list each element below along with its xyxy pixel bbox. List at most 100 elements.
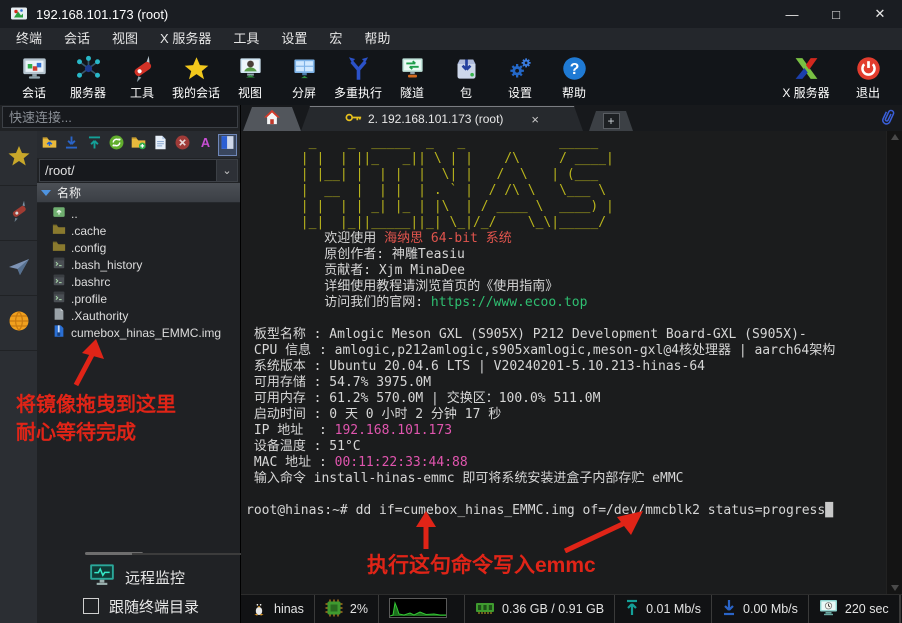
file-row-parent[interactable]: .. — [37, 205, 240, 222]
menu-item-settings[interactable]: 设置 — [271, 28, 317, 50]
download-speed-icon — [722, 599, 736, 619]
macros-icon — [7, 254, 31, 283]
file-row-xauthority[interactable]: .Xauthority — [37, 307, 240, 324]
panel-toggle-icon — [219, 134, 236, 156]
file-row-profile[interactable]: .profile — [37, 290, 240, 307]
session-tab[interactable]: 2. 192.168.101.173 (root) × — [301, 106, 583, 131]
status-cell-cpu[interactable]: 2% — [315, 595, 379, 623]
menu-item-tools[interactable]: 工具 — [223, 28, 269, 50]
sidebar: A /root/ ⌄ 名称 — [0, 105, 241, 623]
scroll-up-icon[interactable] — [891, 134, 899, 140]
toolbar-button-help[interactable]: ? 帮助 — [550, 54, 598, 101]
menu-item-x-server[interactable]: X 服务器 — [150, 28, 221, 50]
toolbar-button-split[interactable]: 分屏 — [280, 54, 328, 101]
toolbar-button-servers[interactable]: 服务器 — [64, 54, 112, 101]
terminal-tab-bar: 2. 192.168.101.173 (root) × + — [241, 105, 902, 131]
menu-item-terminal[interactable]: 终端 — [6, 28, 52, 50]
status-cell-uptime[interactable]: 220 sec — [809, 595, 900, 623]
toolbar-button-packages[interactable]: 包 — [442, 54, 490, 101]
file-toolbar-new-file-button[interactable] — [151, 134, 170, 156]
rail-tab-macros[interactable] — [0, 241, 37, 296]
new-folder-icon — [130, 134, 147, 156]
toolbar-button-x-server[interactable]: X 服务器 — [782, 54, 830, 101]
menu-item-macros[interactable]: 宏 — [319, 28, 352, 50]
file-toolbar-refresh-button[interactable] — [107, 134, 126, 156]
dir-cache-icon — [52, 222, 66, 239]
minimize-button[interactable]: — — [770, 0, 814, 28]
menu-bar: 终端 会话 视图 X 服务器 工具 设置 宏 帮助 — [0, 28, 902, 50]
toolbar-button-multiexec[interactable]: 多重执行 — [334, 54, 382, 101]
rail-tab-network[interactable] — [0, 296, 37, 351]
file-row-bash-history[interactable]: .bash_history — [37, 256, 240, 273]
bash-history-icon — [52, 256, 66, 273]
follow-terminal-checkbox[interactable] — [83, 598, 99, 614]
status-cell-cpu-graph[interactable] — [379, 595, 465, 623]
menu-item-help[interactable]: 帮助 — [354, 28, 400, 50]
close-button[interactable]: ✕ — [858, 0, 902, 28]
rename-icon: A — [197, 134, 214, 156]
content-area: A /root/ ⌄ 名称 — [0, 105, 902, 623]
status-cell-host[interactable]: hinas — [241, 595, 315, 623]
file-list-header[interactable]: 名称 — [37, 183, 240, 203]
rail-tab-sessions[interactable] — [0, 131, 37, 186]
help-icon: ? — [561, 54, 588, 82]
session-tab-close-icon[interactable]: × — [531, 112, 539, 127]
cpu-graph-icon — [389, 598, 447, 621]
parent-icon — [52, 205, 66, 222]
toolbar-button-my-sessions[interactable]: 我的会话 — [172, 54, 220, 101]
exit-icon — [855, 54, 882, 82]
toolbar-right-group: X 服务器 退出 — [782, 54, 892, 101]
path-dropdown-button[interactable]: ⌄ — [217, 159, 238, 182]
paperclip-icon[interactable] — [879, 107, 896, 132]
sidebar-bottom: 远程监控 跟随终端目录 — [37, 550, 240, 623]
menu-item-view[interactable]: 视图 — [102, 28, 148, 50]
packages-icon — [453, 54, 480, 82]
terminal[interactable]: _ _ _____ _ _ _____ | | | ||_ _|| \ | | … — [241, 131, 902, 594]
new-tab-button[interactable]: + — [589, 111, 633, 131]
emmc-image-icon — [52, 324, 66, 341]
terminal-scrollbar[interactable] — [886, 131, 902, 594]
file-toolbar-upload-button[interactable] — [84, 134, 103, 156]
profile-icon — [52, 290, 66, 307]
toolbar-button-view[interactable]: 视图 — [226, 54, 274, 101]
file-toolbar-new-folder-button[interactable] — [129, 134, 148, 156]
file-row-dir-cache[interactable]: .cache — [37, 222, 240, 239]
file-row-emmc-image[interactable]: cumebox_hinas_EMMC.img — [37, 324, 240, 341]
sort-direction-icon — [41, 190, 51, 196]
file-toolbar-delete-button[interactable] — [173, 134, 192, 156]
scroll-down-icon[interactable] — [891, 585, 899, 591]
file-row-bashrc[interactable]: .bashrc — [37, 273, 240, 290]
toolbar-button-exit[interactable]: 退出 — [844, 54, 892, 101]
tunnel-icon — [399, 54, 426, 82]
file-toolbar-download-button[interactable] — [62, 134, 81, 156]
uptime-icon — [819, 599, 838, 619]
follow-terminal-row: 跟随终端目录 — [37, 593, 240, 619]
maximize-button[interactable]: □ — [814, 0, 858, 28]
quick-connect-row — [0, 105, 240, 131]
toolbar-button-settings[interactable]: 设置 — [496, 54, 544, 101]
file-toolbar-parent-dir-button[interactable] — [40, 134, 59, 156]
remote-monitor-button[interactable]: 远程监控 — [37, 561, 240, 593]
current-path-field[interactable]: /root/ — [39, 159, 217, 182]
home-tab[interactable] — [243, 107, 301, 131]
file-toolbar-panel-toggle-button[interactable] — [218, 134, 237, 156]
status-cell-memory[interactable]: 0.36 GB / 0.91 GB — [465, 595, 615, 623]
app-icon — [10, 5, 28, 23]
terminal-output: 欢迎使用 海纳思 64-bit 系统 原创作者: 神雕Teasiu 贡献者: X… — [246, 231, 902, 519]
network-icon — [7, 309, 31, 338]
file-row-dir-config[interactable]: .config — [37, 239, 240, 256]
key-icon — [345, 112, 362, 126]
status-cell-upload-speed[interactable]: 0.01 Mb/s — [615, 595, 712, 623]
status-cell-download-speed[interactable]: 0.00 Mb/s — [712, 595, 809, 623]
file-toolbar-rename-button[interactable]: A — [196, 134, 215, 156]
rail-tab-tools[interactable] — [0, 186, 37, 241]
file-list: .. .cache .config — [37, 203, 240, 550]
session-tab-label: 2. 192.168.101.173 (root) — [368, 112, 503, 126]
toolbar-button-tunnel[interactable]: 隧道 — [388, 54, 436, 101]
menu-item-sessions[interactable]: 会话 — [54, 28, 100, 50]
upload-icon — [86, 134, 103, 156]
toolbar-button-tools[interactable]: 工具 — [118, 54, 166, 101]
quick-connect-input[interactable] — [2, 106, 238, 128]
toolbar-button-session[interactable]: 会话 — [10, 54, 58, 101]
svg-text:?: ? — [569, 61, 579, 78]
